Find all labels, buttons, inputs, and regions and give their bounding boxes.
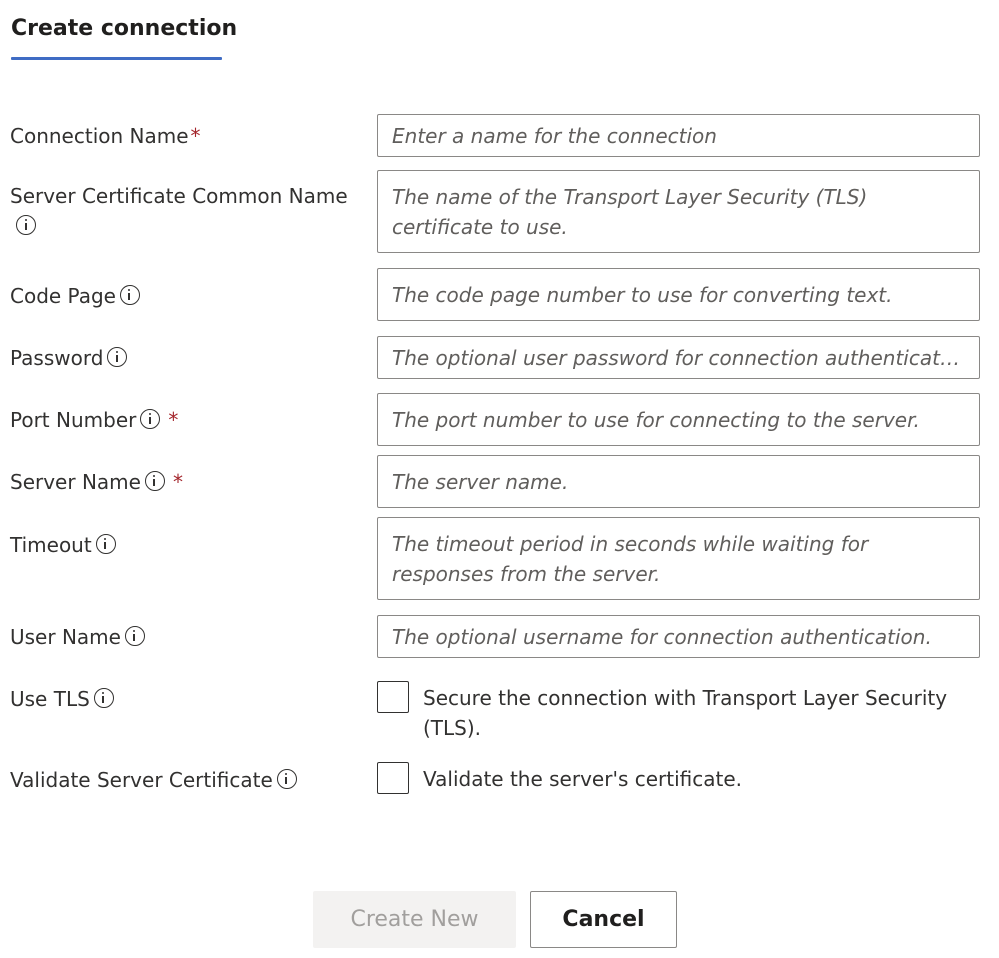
tab-active-indicator	[11, 57, 222, 60]
timeout-input[interactable]: The timeout period in seconds while wait…	[377, 517, 980, 600]
cancel-button[interactable]: Cancel	[530, 891, 677, 948]
user-name-input[interactable]: The optional username for connection aut…	[377, 615, 980, 658]
info-icon[interactable]	[93, 688, 114, 708]
create-new-button[interactable]: Create New	[313, 891, 516, 948]
required-marker: *	[190, 124, 201, 148]
user-name-label: User Name	[10, 622, 365, 652]
server-cert-common-name-label: Server Certificate Common Name	[10, 181, 365, 235]
connection-name-input[interactable]: Enter a name for the connection	[377, 114, 980, 157]
tab-create-connection[interactable]: Create connection	[11, 14, 237, 62]
info-icon[interactable]	[144, 471, 165, 491]
validate-server-cert-label: Validate Server Certificate	[10, 765, 365, 795]
info-icon[interactable]	[140, 409, 161, 429]
code-page-input[interactable]: The code page number to use for converti…	[377, 268, 980, 321]
use-tls-checkbox[interactable]	[377, 681, 409, 713]
server-name-label: Server Name *	[10, 470, 183, 494]
info-icon[interactable]	[124, 626, 145, 646]
required-marker: *	[172, 470, 183, 494]
password-label: Password	[10, 343, 365, 373]
info-icon[interactable]	[95, 534, 116, 554]
info-icon[interactable]	[16, 215, 36, 235]
password-input[interactable]: The optional user password for connectio…	[377, 336, 980, 379]
port-number-input[interactable]: The port number to use for connecting to…	[377, 393, 980, 446]
use-tls-checkbox-text: Secure the connection with Transport Lay…	[423, 686, 948, 740]
port-number-label: Port Number *	[10, 408, 179, 432]
required-marker: *	[168, 408, 179, 432]
use-tls-label: Use TLS	[10, 684, 365, 714]
info-icon[interactable]	[107, 347, 128, 367]
code-page-label: Code Page	[10, 281, 365, 311]
validate-server-cert-checkbox[interactable]	[377, 762, 409, 794]
validate-server-cert-checkbox-text: Validate the server's certificate.	[423, 767, 742, 791]
connection-name-label: Connection Name *	[10, 124, 201, 148]
info-icon[interactable]	[276, 769, 297, 789]
info-icon[interactable]	[119, 285, 140, 305]
tab-label: Create connection	[11, 16, 238, 41]
server-cert-common-name-input[interactable]: The name of the Transport Layer Security…	[377, 170, 980, 253]
timeout-label: Timeout	[10, 530, 365, 560]
server-name-input[interactable]: The server name.	[377, 455, 980, 508]
